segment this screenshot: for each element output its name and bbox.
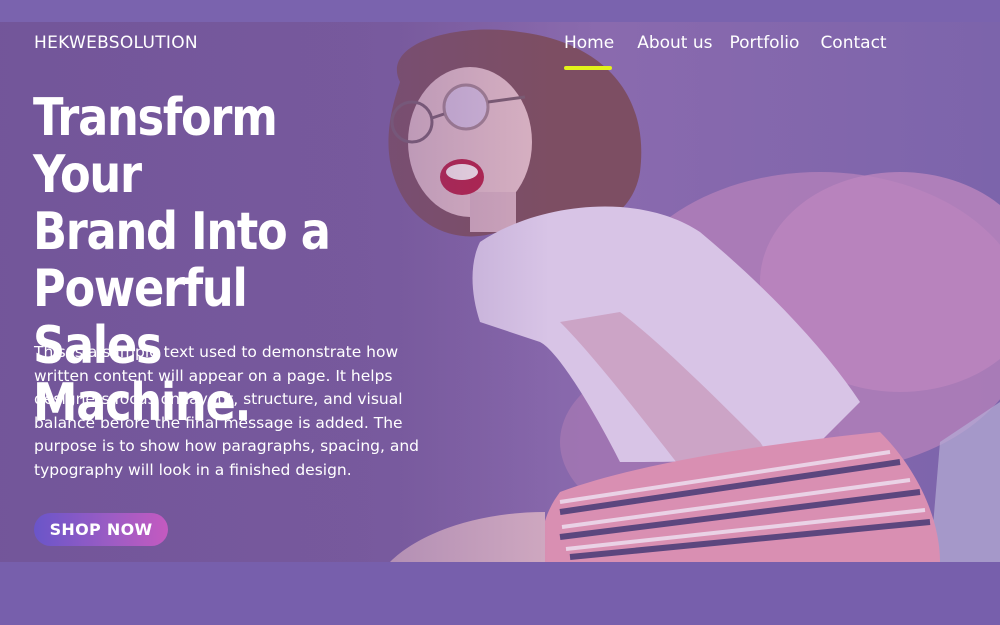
hero-description: This is a sample text used to demonstrat… <box>34 343 420 479</box>
brand-logo[interactable]: HEKWEBSOLUTION <box>34 33 198 53</box>
nav-item-home[interactable]: Home <box>564 33 614 70</box>
hero-section: HEKWEBSOLUTION Home About us Portfolio C… <box>0 22 1000 562</box>
shop-now-button[interactable]: SHOP NOW <box>34 513 168 546</box>
hero-title-line: Transform Your <box>33 88 278 205</box>
nav-item-contact[interactable]: Contact <box>820 33 886 53</box>
nav-item-portfolio[interactable]: Portfolio <box>730 33 800 53</box>
hero-title-line: Brand Into a <box>33 202 331 262</box>
top-band <box>0 0 1000 22</box>
bottom-band <box>0 562 1000 625</box>
main-nav: Home About us Portfolio Contact <box>564 33 887 70</box>
nav-item-about-us[interactable]: About us <box>637 33 712 53</box>
